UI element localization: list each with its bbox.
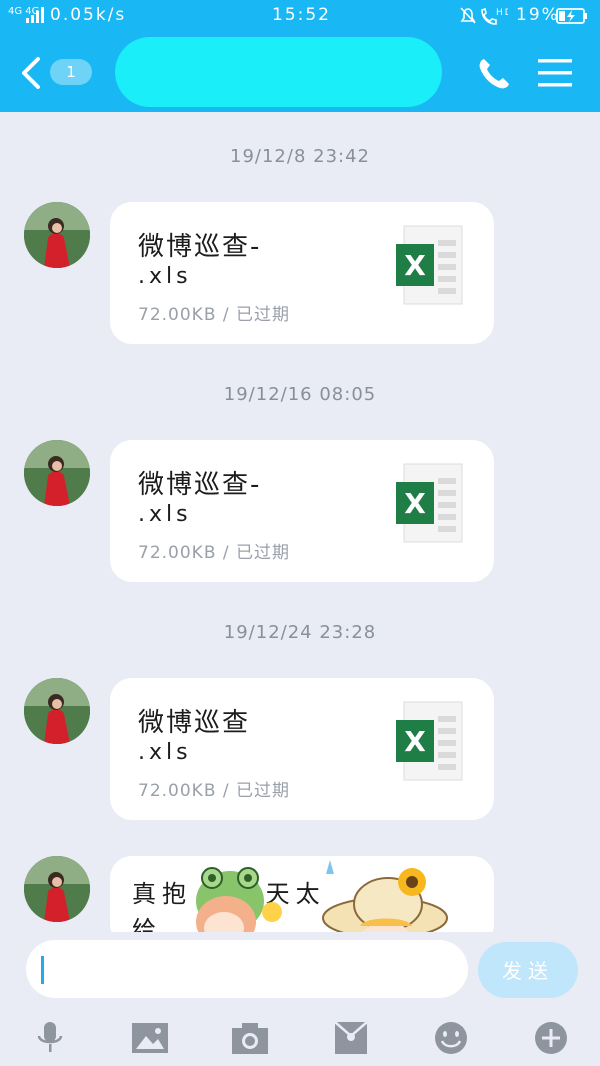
- file-name: 微博巡查-: [138, 232, 262, 262]
- unread-count-badge: 1: [50, 59, 92, 85]
- avatar[interactable]: [24, 678, 90, 744]
- file-extension: .xls: [138, 502, 192, 527]
- avatar[interactable]: [24, 856, 90, 922]
- plus-icon[interactable]: [531, 1020, 571, 1056]
- red-packet-icon[interactable]: [331, 1020, 371, 1056]
- chat-header: 1: [0, 32, 600, 112]
- svg-text:X: X: [404, 725, 426, 758]
- phone-call-icon[interactable]: [476, 56, 512, 92]
- avatar[interactable]: [24, 202, 90, 268]
- status-bar: 4G 4G 0.05k/s 15:52 HD 19%: [0, 0, 600, 32]
- file-extension: .xls: [138, 740, 192, 765]
- chat-title[interactable]: [115, 37, 442, 107]
- file-meta: 72.00KB / 已过期: [138, 305, 291, 325]
- file-extension: .xls: [138, 264, 192, 289]
- back-button[interactable]: 1: [20, 52, 100, 94]
- signal-icon: [26, 7, 44, 23]
- svg-text:X: X: [404, 487, 426, 520]
- mic-icon[interactable]: [30, 1020, 70, 1056]
- excel-file-icon: X: [396, 701, 463, 781]
- message-list[interactable]: 19/12/8 23:42 微博巡查- .xls 72.00KB / 已过期 X…: [0, 112, 600, 932]
- battery-charging-icon: [556, 8, 587, 24]
- input-bar: 发送: [0, 932, 600, 1066]
- emoji-icon[interactable]: [431, 1020, 471, 1056]
- file-message-bubble[interactable]: 微博巡查 .xls 72.00KB / 已过期 X: [110, 678, 494, 820]
- excel-file-icon: X: [396, 463, 463, 543]
- send-button[interactable]: 发送: [478, 942, 578, 998]
- message-text: 给: [132, 916, 162, 932]
- camera-icon[interactable]: [230, 1020, 270, 1056]
- battery-percent: 19%: [516, 5, 560, 25]
- svg-text:X: X: [404, 249, 426, 282]
- file-message-bubble[interactable]: 微博巡查- .xls 72.00KB / 已过期 X: [110, 440, 494, 582]
- text-message-bubble[interactable]: 真抱 这两天太 给: [110, 856, 494, 932]
- file-message-bubble[interactable]: 微博巡查- .xls 72.00KB / 已过期 X: [110, 202, 494, 344]
- avatar[interactable]: [24, 440, 90, 506]
- back-arrow-icon: [22, 57, 40, 89]
- file-name: 微博巡查: [138, 708, 251, 738]
- image-icon[interactable]: [130, 1020, 170, 1056]
- sticker-image: [196, 860, 448, 932]
- message-input[interactable]: [26, 940, 468, 998]
- network-speed: 0.05k/s: [50, 5, 127, 25]
- message-timestamp: 19/12/24 23:28: [223, 622, 377, 643]
- text-cursor: [41, 956, 44, 984]
- excel-file-icon: X: [396, 225, 463, 305]
- status-time: 15:52: [272, 5, 331, 25]
- notification-status-icons: HD: [460, 7, 508, 25]
- message-timestamp: 19/12/16 08:05: [223, 384, 377, 405]
- hd-label: HD: [496, 8, 508, 18]
- file-name: 微博巡查-: [138, 470, 262, 500]
- file-meta: 72.00KB / 已过期: [138, 543, 291, 563]
- message-timestamp: 19/12/8 23:42: [230, 146, 370, 167]
- menu-icon[interactable]: [536, 56, 574, 90]
- file-meta: 72.00KB / 已过期: [138, 781, 291, 801]
